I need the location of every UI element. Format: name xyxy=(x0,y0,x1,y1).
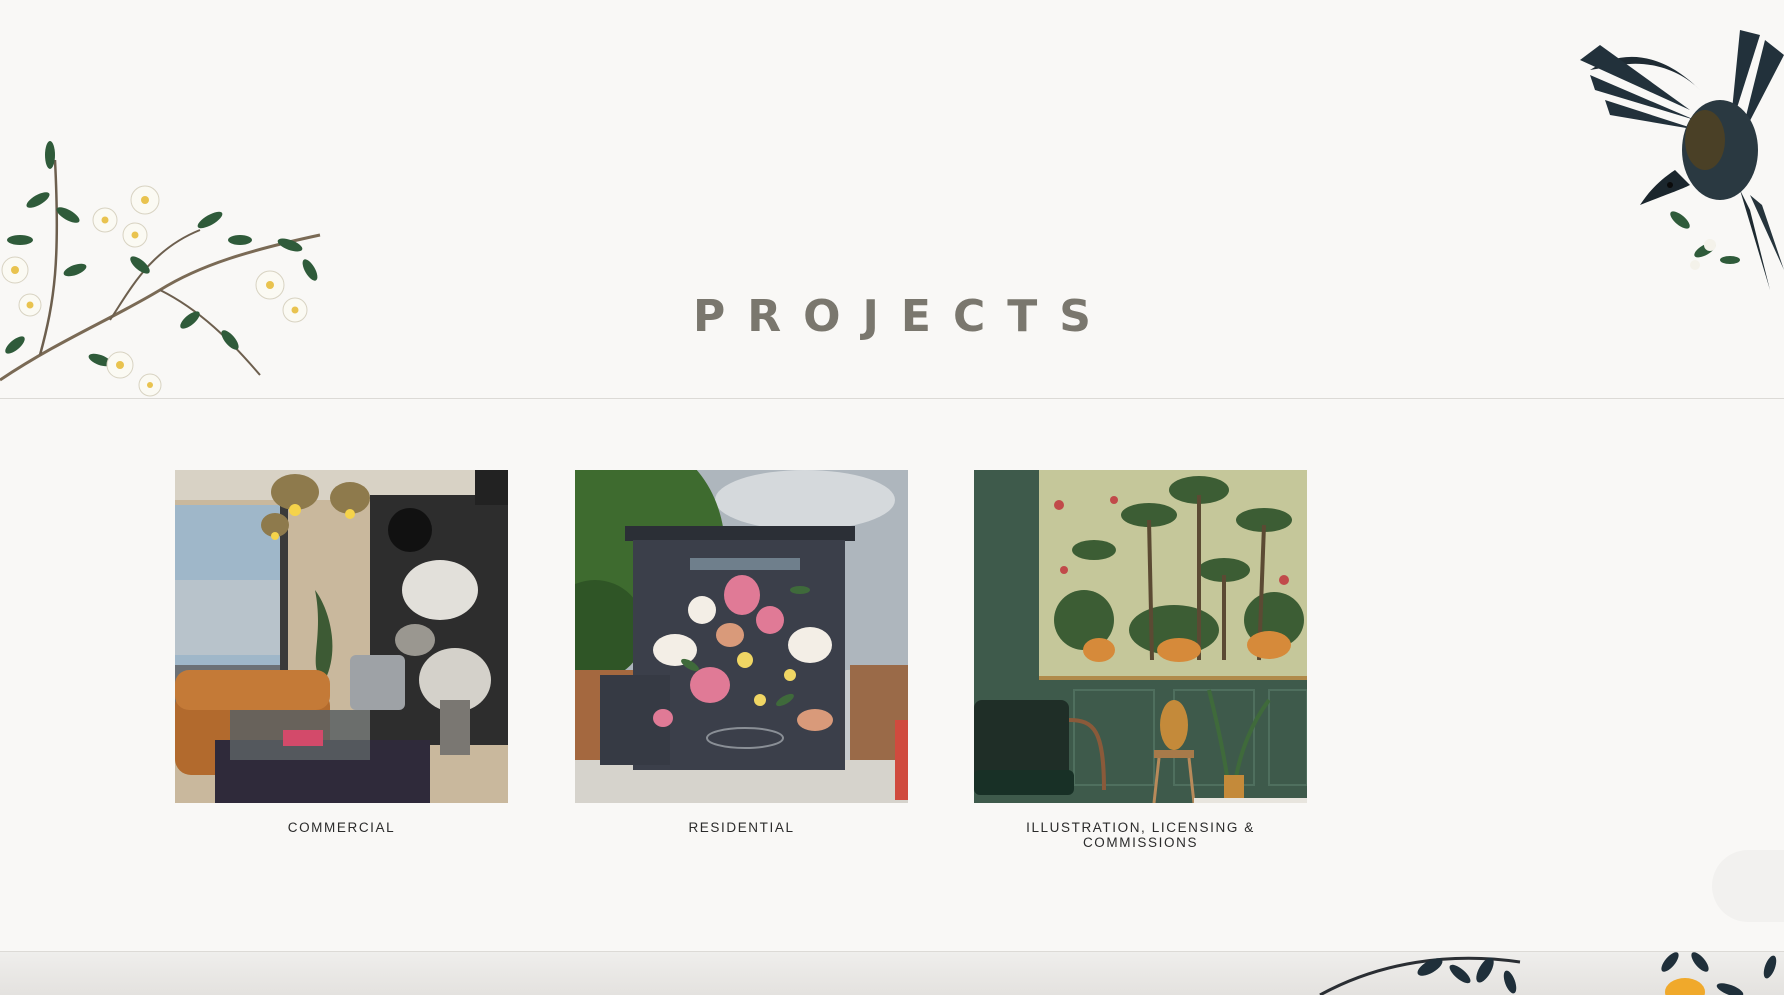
page-title: PROJECTS xyxy=(693,291,1113,343)
chat-widget[interactable] xyxy=(1712,850,1784,922)
commercial-image[interactable] xyxy=(175,470,508,803)
hero-divider xyxy=(0,398,1784,399)
floral-branch-decoration xyxy=(0,141,321,397)
project-label[interactable]: ILLUSTRATION, LICENSING & COMMISSIONS xyxy=(974,820,1307,850)
project-card-residential[interactable]: RESIDENTIAL xyxy=(575,470,908,835)
illustration-image[interactable] xyxy=(974,470,1307,803)
project-card-illustration[interactable]: ILLUSTRATION, LICENSING & COMMISSIONS xyxy=(974,470,1307,850)
project-card-commercial[interactable]: COMMERCIAL xyxy=(175,470,508,835)
project-label[interactable]: COMMERCIAL xyxy=(175,820,508,835)
bird-decoration xyxy=(1580,30,1784,290)
residential-image[interactable] xyxy=(575,470,908,803)
project-label[interactable]: RESIDENTIAL xyxy=(575,820,908,835)
footer-floral-decoration xyxy=(1319,952,1777,995)
